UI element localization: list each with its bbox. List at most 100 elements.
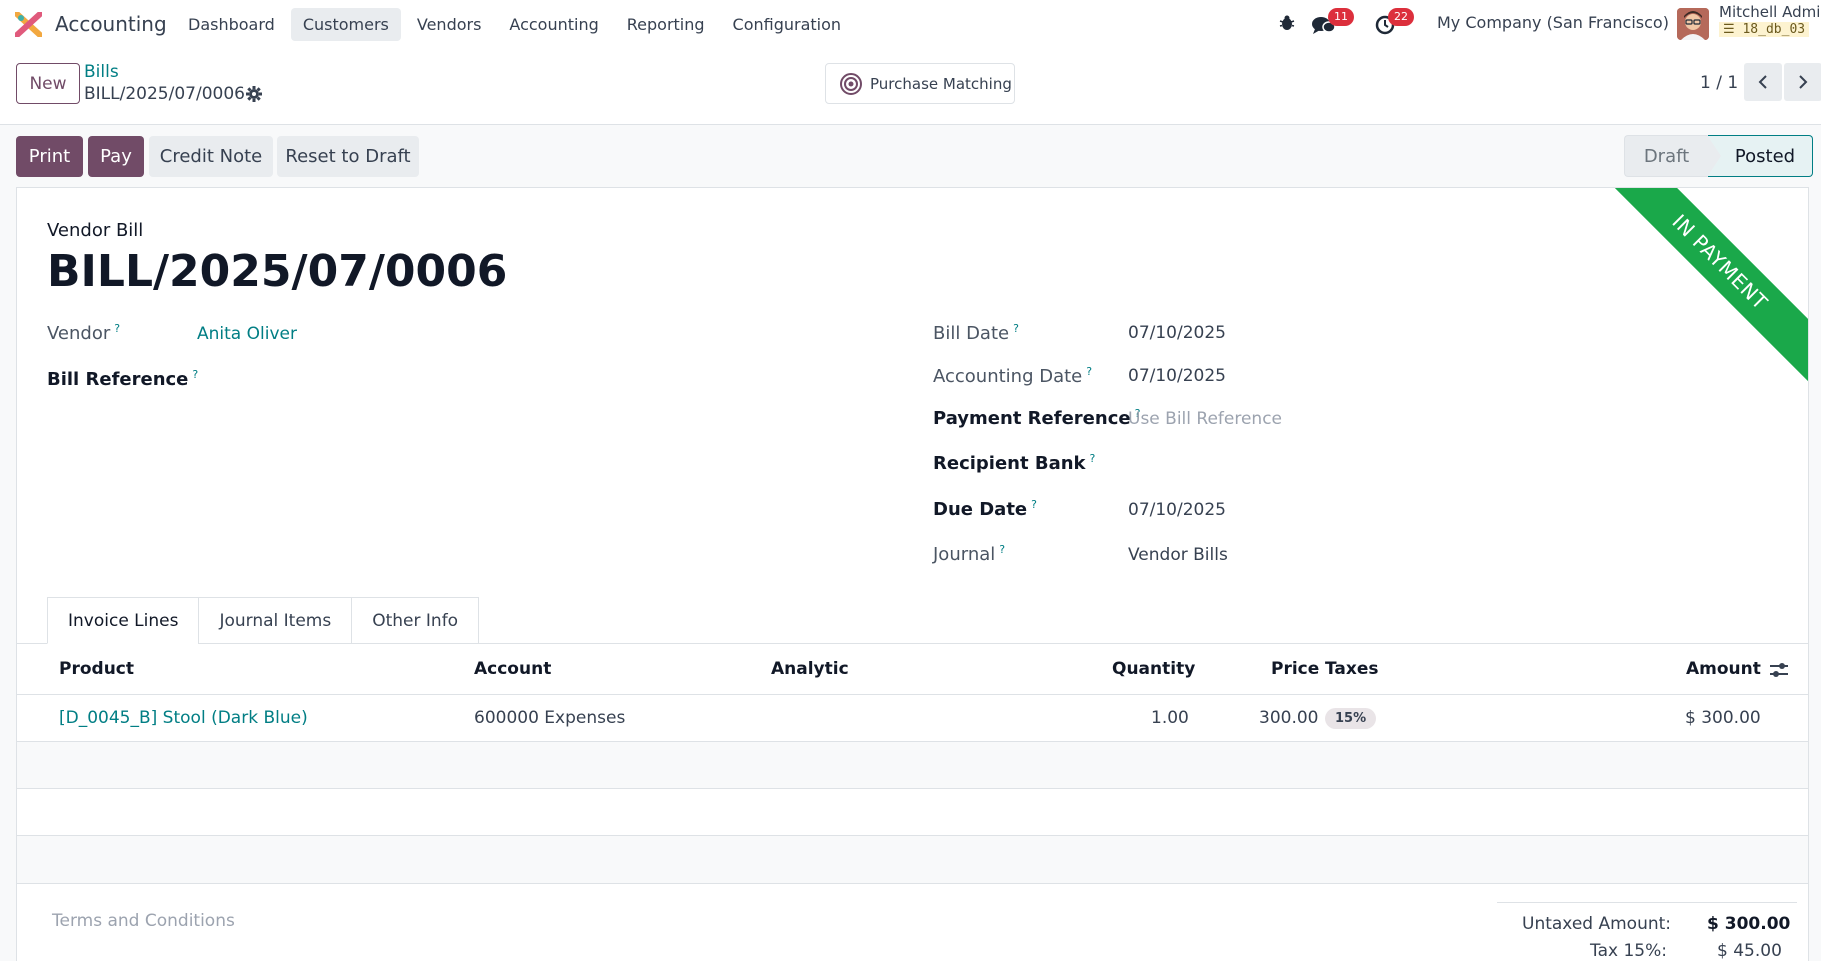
in-payment-ribbon: IN PAYMENT (1591, 188, 1808, 391)
activities-badge: 22 (1388, 8, 1414, 26)
help-icon[interactable]: ? (1090, 452, 1096, 465)
control-panel: New Bills BILL/2025/07/0006 Purchase Mat… (0, 48, 1821, 125)
col-account[interactable]: Account (474, 659, 551, 679)
payment-reference-label-text: Payment Reference (933, 408, 1131, 429)
menu-dashboard[interactable]: Dashboard (176, 8, 287, 41)
main-menu: Dashboard Customers Vendors Accounting R… (176, 8, 853, 41)
vendor-label-text: Vendor (47, 323, 111, 344)
empty-row[interactable] (17, 742, 1808, 789)
bill-reference-label: Bill Reference? (47, 368, 198, 390)
chevron-right-icon (1799, 75, 1808, 89)
row-amount: $ 300.00 (1685, 708, 1761, 728)
reset-to-draft-button[interactable]: Reset to Draft (277, 136, 419, 177)
bug-icon[interactable] (1278, 14, 1296, 32)
app-name[interactable]: Accounting (55, 12, 167, 36)
journal-field[interactable]: Vendor Bills (1128, 545, 1228, 565)
row-quantity[interactable]: 1.00 (1151, 708, 1189, 728)
payment-reference-label: Payment Reference? (933, 407, 1140, 429)
print-button[interactable]: Print (16, 136, 83, 177)
help-icon[interactable]: ? (999, 543, 1005, 556)
tab-invoice-lines[interactable]: Invoice Lines (47, 597, 200, 644)
due-date-label-text: Due Date (933, 499, 1028, 520)
journal-label: Journal? (933, 543, 1005, 565)
document-name: BILL/2025/07/0006 (47, 246, 508, 297)
terms-and-conditions-field[interactable]: Terms and Conditions (52, 911, 235, 931)
breadcrumb-bills[interactable]: Bills (84, 62, 119, 82)
journal-label-text: Journal (933, 544, 996, 565)
menu-reporting[interactable]: Reporting (615, 8, 717, 41)
empty-row[interactable] (17, 836, 1808, 883)
col-quantity[interactable]: Quantity (1112, 659, 1195, 679)
pager-previous-button[interactable] (1744, 63, 1782, 101)
user-avatar[interactable] (1677, 8, 1709, 40)
help-icon[interactable]: ? (1013, 322, 1019, 335)
tax-value: $ 45.00 (1717, 941, 1782, 961)
purchase-matching-button[interactable]: Purchase Matching (825, 63, 1015, 104)
bill-date-label: Bill Date? (933, 322, 1019, 344)
form-sheet: IN PAYMENT Vendor Bill BILL/2025/07/0006… (16, 187, 1809, 961)
top-navbar: Accounting Dashboard Customers Vendors A… (0, 0, 1821, 48)
col-price[interactable]: Price (1271, 659, 1319, 679)
menu-customers[interactable]: Customers (290, 8, 401, 41)
col-analytic[interactable]: Analytic (771, 659, 849, 679)
menu-accounting[interactable]: Accounting (497, 8, 610, 41)
col-product[interactable]: Product (59, 659, 134, 679)
payment-reference-field[interactable]: Use Bill Reference (1128, 409, 1282, 429)
col-taxes[interactable]: Taxes (1325, 659, 1379, 679)
pager-value[interactable]: 1 / 1 (1700, 73, 1738, 93)
col-amount[interactable]: Amount (1686, 659, 1761, 679)
document-type: Vendor Bill (47, 220, 144, 241)
recipient-bank-label: Recipient Bank? (933, 452, 1095, 474)
notebook-tabs: Invoice Lines Journal Items Other Info (47, 597, 480, 644)
recipient-bank-label-text: Recipient Bank (933, 453, 1086, 474)
help-icon[interactable]: ? (1086, 365, 1092, 378)
recipient-bank-field[interactable] (1128, 452, 1628, 476)
credit-note-button[interactable]: Credit Note (149, 136, 273, 177)
optional-columns-icon[interactable] (1769, 661, 1789, 679)
row-divider (17, 788, 1808, 789)
tab-other-info[interactable]: Other Info (351, 597, 480, 644)
pager-next-button[interactable] (1784, 63, 1821, 101)
pay-button[interactable]: Pay (88, 136, 144, 177)
bill-reference-label-text: Bill Reference (47, 369, 189, 390)
row-product[interactable]: [D_0045_B] Stool (Dark Blue) (59, 708, 308, 728)
untaxed-amount-label: Untaxed Amount: (1522, 914, 1672, 934)
status-bar: Draft Posted (1624, 135, 1813, 177)
row-price[interactable]: 300.00 (1259, 708, 1318, 728)
help-icon[interactable]: ? (114, 322, 120, 335)
status-draft[interactable]: Draft (1624, 135, 1708, 177)
database-name: ☰ 18_db_03 (1719, 22, 1810, 37)
accounting-date-label: Accounting Date? (933, 365, 1092, 387)
due-date-field[interactable]: 07/10/2025 (1128, 500, 1226, 520)
status-posted[interactable]: Posted (1707, 135, 1813, 177)
help-icon[interactable]: ? (1031, 498, 1037, 511)
accounting-date-label-text: Accounting Date (933, 366, 1083, 387)
bill-reference-field[interactable] (197, 368, 877, 392)
user-name[interactable]: Mitchell Admin (1719, 3, 1821, 21)
accounting-date-field[interactable]: 07/10/2025 (1128, 366, 1226, 386)
target-icon (840, 72, 862, 95)
totals-divider (1497, 902, 1797, 903)
database-name-label: 18_db_03 (1742, 22, 1806, 37)
bill-date-field[interactable]: 07/10/2025 (1128, 323, 1226, 343)
database-icon: ☰ (1723, 22, 1735, 37)
vendor-label: Vendor? (47, 322, 120, 344)
row-account[interactable]: 600000 Expenses (474, 708, 625, 728)
untaxed-amount-value: $ 300.00 (1707, 914, 1791, 934)
row-divider (17, 883, 1808, 884)
messages-badge: 11 (1328, 8, 1354, 26)
tax-label: Tax 15%: (1590, 941, 1667, 961)
tab-journal-items[interactable]: Journal Items (198, 597, 353, 644)
vendor-field[interactable]: Anita Oliver (197, 324, 297, 344)
breadcrumb-current: BILL/2025/07/0006 (84, 84, 245, 104)
menu-configuration[interactable]: Configuration (721, 8, 854, 41)
accounting-app-icon[interactable] (15, 12, 42, 37)
bill-date-label-text: Bill Date (933, 323, 1010, 344)
new-button[interactable]: New (16, 63, 80, 104)
chevron-left-icon (1758, 75, 1767, 89)
menu-vendors[interactable]: Vendors (405, 8, 494, 41)
row-tax-badge[interactable]: 15% (1325, 708, 1377, 729)
company-switcher[interactable]: My Company (San Francisco) (1437, 13, 1669, 32)
due-date-label: Due Date? (933, 498, 1037, 520)
gear-icon[interactable] (246, 86, 262, 102)
